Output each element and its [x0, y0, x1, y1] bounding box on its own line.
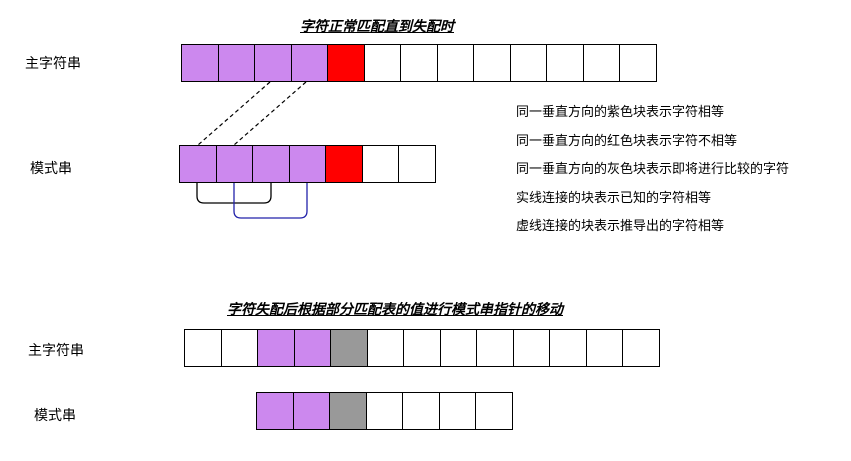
bottom-pattern-string-cell	[292, 392, 330, 430]
legend-purple: 同一垂直方向的紫色块表示字符相等	[516, 105, 725, 120]
bottom-pattern-string-cell	[329, 392, 367, 430]
bottom-diagram-title: 字符失配后根据部分匹配表的值进行模式串指针的移动	[227, 302, 563, 318]
bottom-pattern-string-cell	[475, 392, 513, 430]
legend-gray: 同一垂直方向的灰色块表示即将进行比较的字符	[516, 162, 790, 177]
bottom-pattern-string-cell	[256, 392, 294, 430]
bottom-main-string-cell	[220, 329, 258, 367]
bottom-main-string-cell	[330, 329, 368, 367]
bottom-main-string-cell	[512, 329, 550, 367]
bottom-main-string-cell	[184, 329, 222, 367]
bottom-main-string-cell	[476, 329, 514, 367]
bottom-main-string-cell	[585, 329, 623, 367]
bottom-main-string-cell	[622, 329, 660, 367]
bottom-main-string-cell	[439, 329, 477, 367]
bottom-pattern-string-cell	[365, 392, 403, 430]
bottom-main-string-cell	[257, 329, 295, 367]
bottom-pattern-string-label: 模式串	[34, 408, 76, 424]
bottom-main-string-cell	[366, 329, 404, 367]
legend-red: 同一垂直方向的红色块表示字符不相等	[516, 134, 738, 149]
bottom-pattern-string-cell	[438, 392, 476, 430]
bottom-pattern-string-cell	[402, 392, 440, 430]
bottom-main-string-cell	[293, 329, 331, 367]
legend-dashed-line: 虚线连接的块表示推导出的字符相等	[516, 219, 725, 234]
dashed-connector-2	[233, 81, 307, 146]
legend-solid-line: 实线连接的块表示已知的字符相等	[516, 191, 712, 206]
dashed-connector-1	[197, 81, 271, 146]
bottom-main-string-cell	[549, 329, 587, 367]
bottom-main-string-cell	[403, 329, 441, 367]
bottom-main-string-label: 主字符串	[28, 343, 84, 359]
